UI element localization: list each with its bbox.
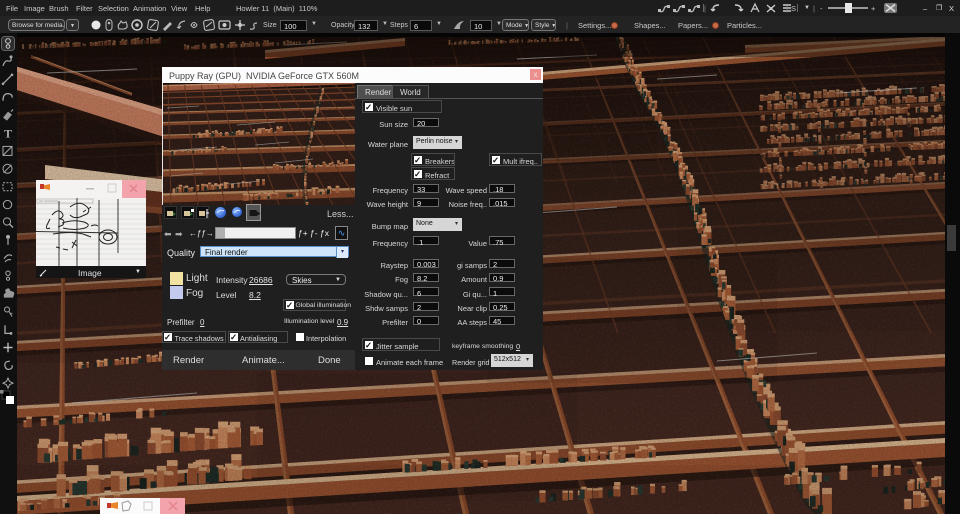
svg-text:T: T [4,127,12,141]
